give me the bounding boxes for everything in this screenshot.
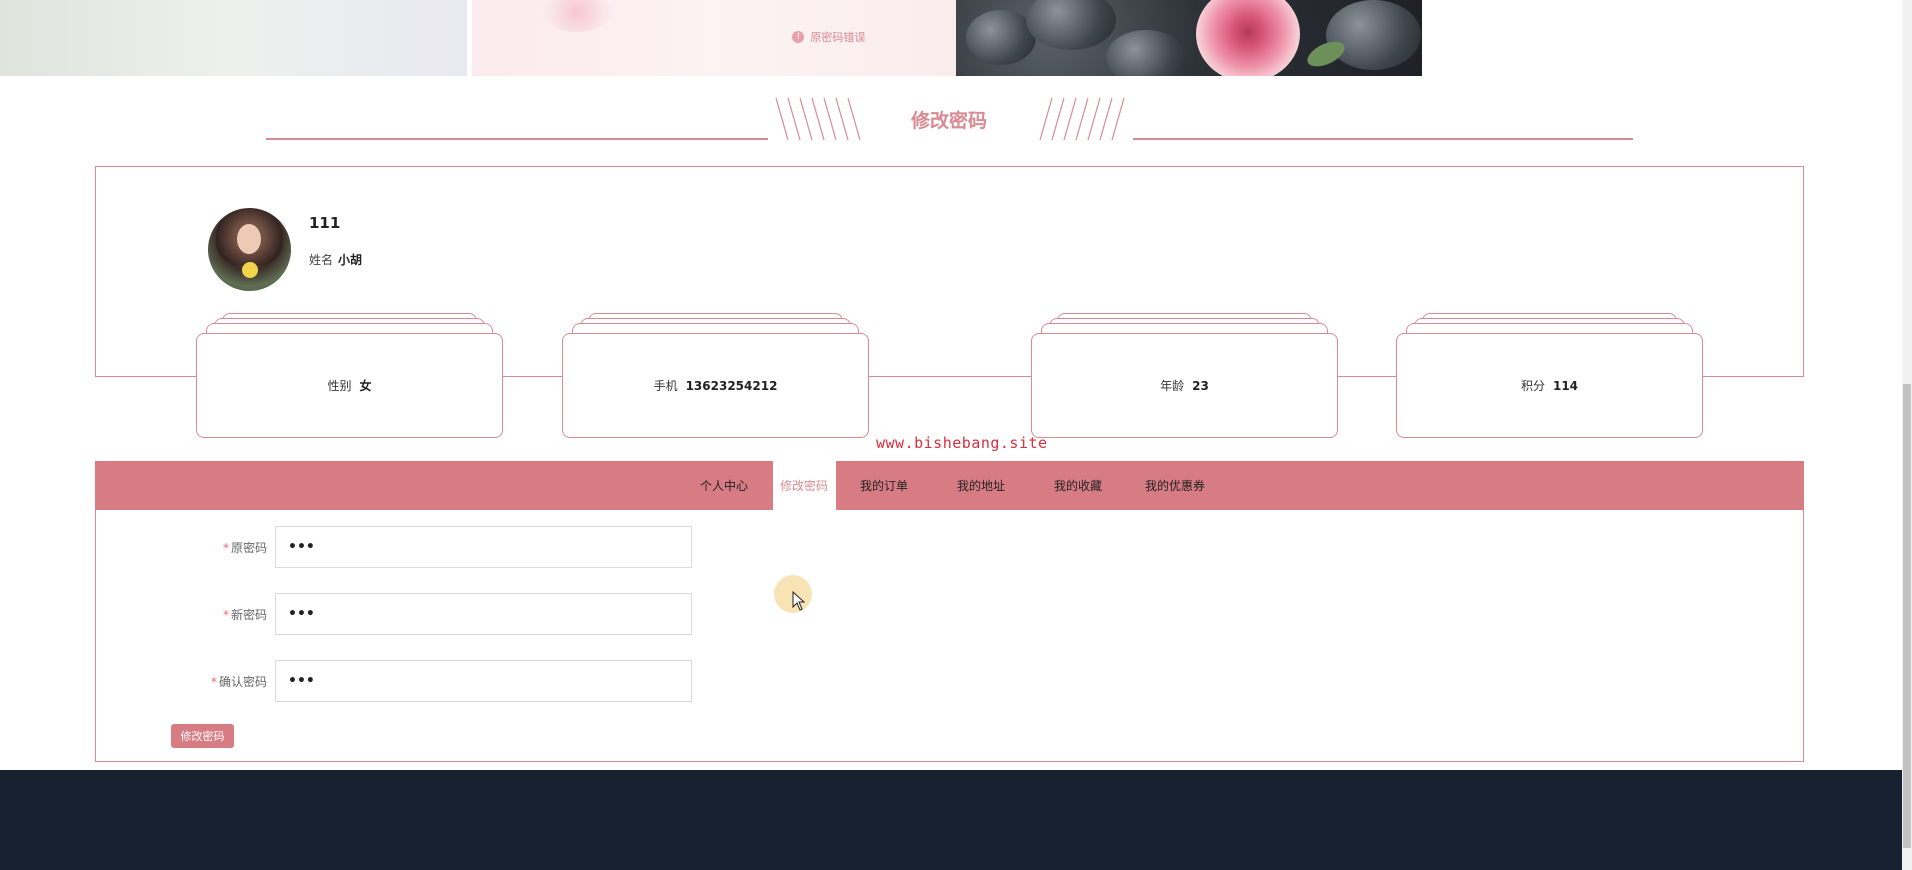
title-divider-left [266,138,768,140]
scrollbar-thumb[interactable] [1903,384,1911,848]
section-heading: 修改密码 [0,92,1912,144]
new-password-input[interactable]: ••• [275,593,692,635]
leaf-shape [1303,36,1348,72]
info-card-body: 性别 女 [196,333,503,438]
watermark: www.bishebang.site [876,434,1048,452]
banner-carousel[interactable]: ! 原密码错误 [0,0,1422,76]
form-row-confirm-password: * 确认密码 ••• [96,660,692,702]
phone-label: 手机 [653,379,678,393]
error-notice-text: 原密码错误 [810,31,866,44]
avatar-face [237,224,261,254]
stone-shape [1105,30,1186,76]
info-card-gender: 性别 女 [196,313,503,438]
info-card-body: 手机 13623254212 [562,333,869,438]
confirm-password-label: * 确认密码 [210,674,267,689]
form-row-old-password: * 原密码 ••• [96,526,692,568]
alert-icon: ! [792,31,805,43]
banner-image-middle: ! 原密码错误 [472,0,956,76]
points-label: 积分 [1520,379,1545,393]
info-card-body: 积分 114 [1396,333,1703,438]
username: 111 [309,214,341,232]
required-mark: * [210,674,217,689]
required-mark: * [222,540,229,555]
rose-image [1195,0,1300,76]
mouse-cursor-icon [792,591,806,611]
tab-my-coupons[interactable]: 我的优惠券 [1127,461,1224,510]
info-card-body: 年龄 23 [1031,333,1338,438]
change-password-button[interactable]: 修改密码 [171,724,234,748]
required-mark: * [222,607,229,622]
blossom-decoration [542,0,613,32]
old-password-input[interactable]: ••• [275,526,692,568]
password-form-panel: * 原密码 ••• * 新密码 ••• * 确认密码 ••• [95,510,1804,762]
tab-change-password[interactable]: 修改密码 [772,461,836,510]
hatch-decoration-left [775,97,861,141]
page-footer [0,770,1912,870]
info-card-points: 积分 114 [1396,313,1703,438]
tab-bar: 个人中心 修改密码 我的订单 我的地址 我的收藏 我的优惠券 [95,461,1804,510]
tab-my-address[interactable]: 我的地址 [933,461,1030,510]
tab-personal-center[interactable]: 个人中心 [676,461,773,510]
page-title: 修改密码 [910,110,987,132]
age-value: 23 [1192,378,1209,393]
real-name: 姓名 小胡 [309,251,362,268]
tab-my-favorites[interactable]: 我的收藏 [1030,461,1127,510]
age-label: 年龄 [1160,379,1185,393]
title-divider-right [1133,138,1633,140]
gender-value: 女 [359,379,372,393]
hatch-decoration-right [1039,97,1125,141]
points-value: 114 [1552,378,1579,393]
info-card-age: 年龄 23 [1031,313,1338,438]
scrollbar[interactable] [1902,0,1912,870]
info-card-phone: 手机 13623254212 [562,313,869,438]
gender-label: 性别 [327,379,352,393]
stone-shape [1025,0,1116,50]
form-row-new-password: * 新密码 ••• [96,593,692,635]
stone-shape [1325,0,1421,70]
real-name-label: 姓名 [309,253,334,267]
error-notice: ! 原密码错误 [792,29,865,45]
page: ! 原密码错误 修改密码 111 姓名 小胡 性别 女 手机 136232542… [0,0,1912,870]
real-name-value: 小胡 [338,253,363,267]
banner-image-rose [955,0,1422,76]
old-password-label: * 原密码 [222,540,267,555]
avatar-flower [242,262,258,278]
phone-value: 13623254212 [685,378,778,393]
banner-image-left [0,0,468,76]
avatar [208,208,291,291]
new-password-label: * 新密码 [222,607,267,622]
tab-my-orders[interactable]: 我的订单 [836,461,933,510]
confirm-password-input[interactable]: ••• [275,660,692,702]
